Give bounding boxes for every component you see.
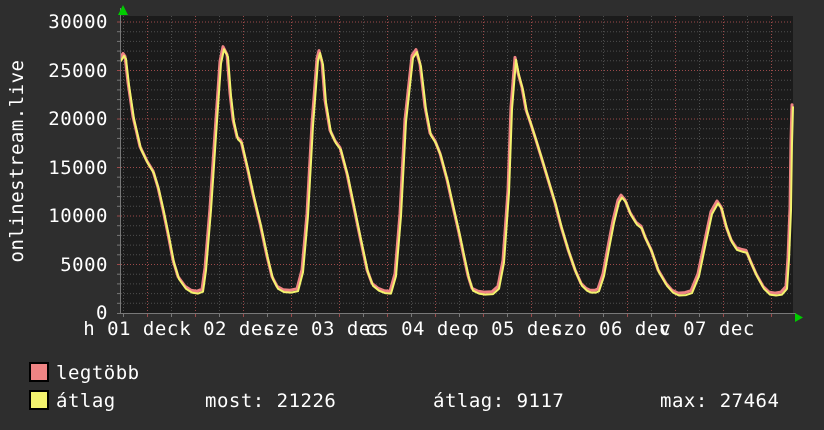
stat-atlag: átlag: 9117 <box>433 389 564 413</box>
y-axis-label-10000: 10000 <box>48 205 108 227</box>
legend-label-legtobb: legtöbb <box>56 362 140 384</box>
x-axis-label-sun: v 07 dec <box>659 318 755 340</box>
legend-swatch-legtobb <box>29 362 49 382</box>
legend-label-atlag: átlag <box>56 390 116 412</box>
legend-swatch-atlag <box>29 390 49 410</box>
x-axis-label-mon: h 01 dec <box>83 318 179 340</box>
x-axis-label-thu: cs 04 dec <box>365 318 473 340</box>
x-axis-label-fri: p 05 dec <box>467 318 563 340</box>
stat-most-value: 21226 <box>276 390 337 412</box>
x-axis-label-tue: k 02 dec <box>179 318 275 340</box>
stat-max: max: 27464 <box>660 389 779 413</box>
stat-atlag-label: átlag: <box>433 390 505 412</box>
x-axis-label-sat: szo 06 dec <box>551 318 671 340</box>
y-axis-label-25000: 25000 <box>48 60 108 82</box>
y-axis-label-5000: 5000 <box>60 254 108 276</box>
y-axis-label-20000: 20000 <box>48 108 108 130</box>
stat-atlag-value: 9117 <box>516 390 565 412</box>
stat-max-value: 27464 <box>719 390 780 412</box>
stat-max-label: max: <box>660 390 708 412</box>
stat-most-label: most: <box>205 390 265 412</box>
y-axis-label-15000: 15000 <box>48 157 108 179</box>
y-axis-label-30000: 30000 <box>48 11 108 33</box>
stat-most: most: 21226 <box>205 389 336 413</box>
